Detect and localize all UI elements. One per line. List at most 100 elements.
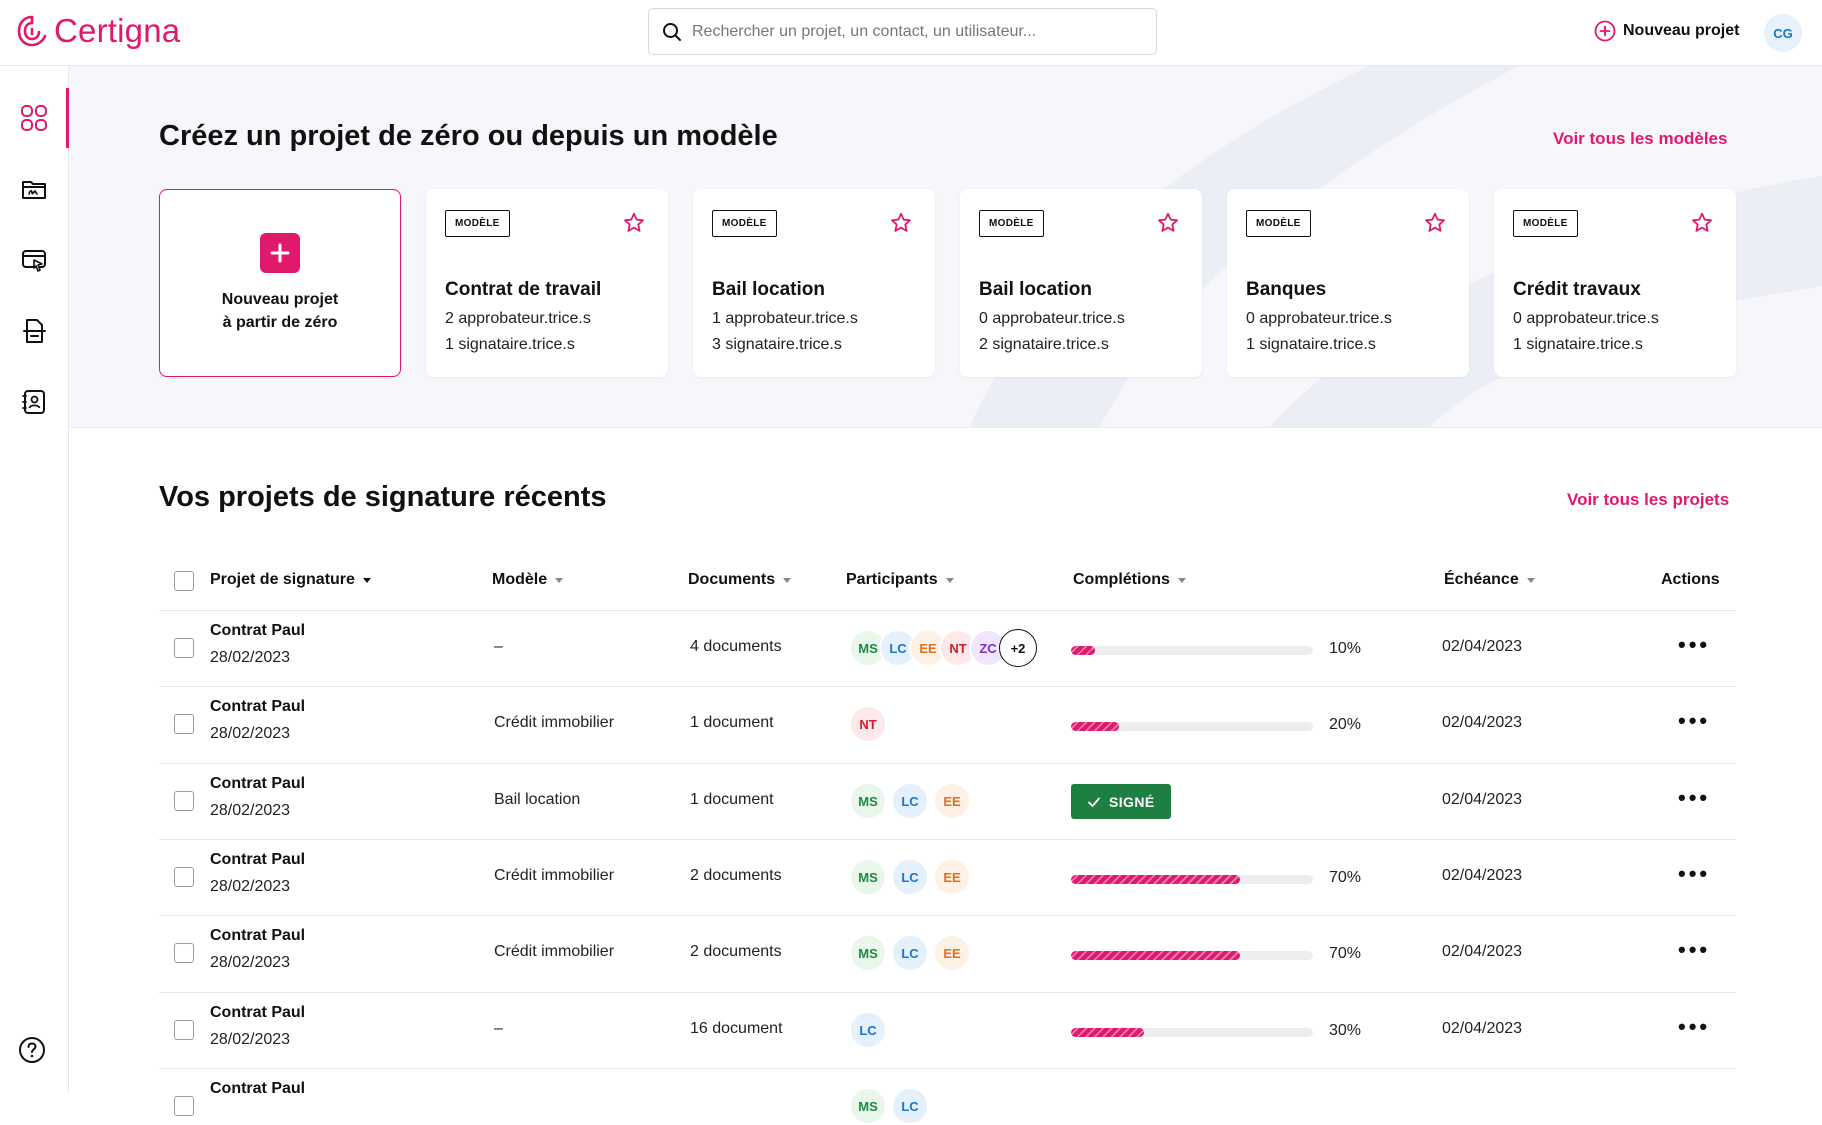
template-card[interactable]: MODÈLE Banques 0 approbateur.trice.s 1 sign… bbox=[1227, 189, 1469, 377]
project-documents[interactable]: 2 documents bbox=[690, 943, 782, 961]
new-card-line2: à partir de zéro bbox=[222, 314, 338, 331]
more-participants-badge[interactable]: +2 bbox=[999, 629, 1037, 667]
participant-avatar[interactable]: EE bbox=[933, 858, 971, 896]
project-name[interactable]: Contrat Paul bbox=[210, 1004, 305, 1022]
folder-signature-icon bbox=[22, 181, 46, 199]
participant-avatar[interactable]: NT bbox=[849, 705, 887, 743]
participant-avatar[interactable]: MS bbox=[849, 782, 887, 820]
row-actions-menu-icon[interactable]: ••• bbox=[1678, 632, 1710, 658]
column-header-completions[interactable]: Complétions bbox=[1073, 571, 1186, 589]
completion-progress-bar bbox=[1071, 722, 1313, 731]
search-input[interactable]: Rechercher un projet, un contact, un uti… bbox=[648, 8, 1157, 55]
row-divider bbox=[159, 915, 1736, 916]
row-checkbox[interactable] bbox=[174, 714, 194, 734]
template-card[interactable]: MODÈLE Bail location 1 approbateur.trice.s… bbox=[693, 189, 935, 377]
app-logo[interactable]: Certigna bbox=[16, 12, 180, 50]
template-badge: MODÈLE bbox=[712, 210, 777, 237]
column-header-actions: Actions bbox=[1661, 571, 1720, 589]
template-card[interactable]: MODÈLE Contrat de travail 2 approbateur.tr… bbox=[426, 189, 668, 377]
project-date: 28/02/2023 bbox=[210, 954, 291, 971]
template-badge: MODÈLE bbox=[1246, 210, 1311, 237]
star-icon[interactable] bbox=[1156, 211, 1180, 235]
help-icon[interactable] bbox=[18, 1036, 46, 1064]
row-checkbox[interactable] bbox=[174, 867, 194, 887]
project-due-date: 02/04/2023 bbox=[1442, 1020, 1523, 1037]
completion-progress-fill bbox=[1071, 951, 1241, 960]
participant-avatar[interactable]: LC bbox=[849, 1011, 887, 1049]
select-all-checkbox[interactable] bbox=[174, 571, 194, 591]
star-icon[interactable] bbox=[622, 211, 646, 235]
row-actions-menu-icon[interactable]: ••• bbox=[1678, 1014, 1710, 1040]
project-model: Crédit immobilier bbox=[494, 867, 615, 884]
participant-avatar[interactable]: MS bbox=[849, 858, 887, 896]
participants-list: LC bbox=[849, 1011, 891, 1049]
sort-caret-icon bbox=[783, 577, 792, 583]
project-documents[interactable]: 4 documents bbox=[690, 638, 782, 656]
completion-progress-bar bbox=[1071, 951, 1313, 960]
participant-avatar[interactable]: EE bbox=[933, 934, 971, 972]
new-project-card[interactable]: Nouveau projet à partir de zéro bbox=[159, 189, 401, 377]
project-name[interactable]: Contrat Paul bbox=[210, 851, 305, 869]
participant-avatar[interactable]: LC bbox=[891, 934, 929, 972]
column-label-project: Projet de signature bbox=[210, 571, 355, 588]
participant-avatar[interactable]: LC bbox=[891, 858, 929, 896]
row-checkbox[interactable] bbox=[174, 1096, 194, 1116]
project-name[interactable]: Contrat Paul bbox=[210, 698, 305, 716]
sidebar-item-contacts[interactable] bbox=[0, 372, 68, 432]
row-actions-menu-icon[interactable]: ••• bbox=[1678, 708, 1710, 734]
star-icon[interactable] bbox=[889, 211, 913, 235]
template-card[interactable]: MODÈLE Crédit travaux 0 approbateur.trice.… bbox=[1494, 189, 1736, 377]
completion-percent: 20% bbox=[1329, 716, 1362, 733]
project-model: Bail location bbox=[494, 791, 581, 808]
template-card[interactable]: MODÈLE Bail location 0 approbateur.trice.s… bbox=[960, 189, 1202, 377]
participant-avatar[interactable]: EE bbox=[933, 782, 971, 820]
project-name[interactable]: Contrat Paul bbox=[210, 927, 305, 945]
project-name[interactable]: Contrat Paul bbox=[210, 622, 305, 640]
completion-percent: 30% bbox=[1329, 1022, 1362, 1039]
column-header-project[interactable]: Projet de signature bbox=[210, 571, 371, 589]
row-checkbox[interactable] bbox=[174, 943, 194, 963]
star-icon[interactable] bbox=[1690, 211, 1714, 235]
project-model: Crédit immobilier bbox=[494, 943, 615, 960]
sidebar-item-screens[interactable] bbox=[0, 230, 68, 290]
participant-avatar[interactable]: LC bbox=[891, 782, 929, 820]
project-due-date: 02/04/2023 bbox=[1442, 714, 1523, 731]
project-name[interactable]: Contrat Paul bbox=[210, 775, 305, 793]
project-documents[interactable]: 1 document bbox=[690, 791, 774, 809]
sidebar-item-dashboard[interactable] bbox=[0, 88, 68, 148]
sidebar-item-folders[interactable] bbox=[0, 159, 68, 219]
user-avatar[interactable]: CG bbox=[1764, 14, 1802, 52]
see-all-templates-link[interactable]: Voir tous les modèles bbox=[1553, 129, 1727, 149]
column-header-participants[interactable]: Participants bbox=[846, 571, 954, 589]
star-icon[interactable] bbox=[1423, 211, 1447, 235]
row-actions-menu-icon[interactable]: ••• bbox=[1678, 937, 1710, 963]
column-header-documents[interactable]: Documents bbox=[688, 571, 792, 589]
project-name[interactable]: Contrat Paul bbox=[210, 1080, 305, 1098]
template-badge: MODÈLE bbox=[445, 210, 510, 237]
column-header-due[interactable]: Échéance bbox=[1444, 571, 1535, 589]
template-title: Crédit travaux bbox=[1513, 279, 1641, 300]
row-actions-menu-icon[interactable]: ••• bbox=[1678, 861, 1710, 887]
project-documents[interactable]: 16 document bbox=[690, 1020, 783, 1038]
row-checkbox[interactable] bbox=[174, 1020, 194, 1040]
completion-progress-fill bbox=[1071, 646, 1096, 655]
template-approvers: 0 approbateur.trice.s bbox=[979, 310, 1125, 327]
new-project-label: Nouveau projet bbox=[1623, 22, 1740, 39]
row-checkbox[interactable] bbox=[174, 791, 194, 811]
row-divider bbox=[159, 839, 1736, 840]
row-checkbox[interactable] bbox=[174, 638, 194, 658]
see-all-projects-link[interactable]: Voir tous les projets bbox=[1567, 490, 1729, 510]
project-date: 28/02/2023 bbox=[210, 725, 291, 742]
row-divider bbox=[159, 763, 1736, 764]
column-label-completions: Complétions bbox=[1073, 571, 1170, 588]
participant-avatar[interactable]: MS bbox=[849, 934, 887, 972]
sidebar-item-documents[interactable] bbox=[0, 301, 68, 361]
column-header-model[interactable]: Modèle bbox=[492, 571, 564, 589]
project-documents[interactable]: 2 documents bbox=[690, 867, 782, 885]
column-label-model: Modèle bbox=[492, 571, 548, 588]
project-documents[interactable]: 1 document bbox=[690, 714, 774, 732]
new-project-button[interactable]: Nouveau projet bbox=[1594, 20, 1739, 42]
row-actions-menu-icon[interactable]: ••• bbox=[1678, 785, 1710, 811]
participants-list: NT bbox=[849, 705, 891, 743]
project-date: 28/02/2023 bbox=[210, 1031, 291, 1048]
